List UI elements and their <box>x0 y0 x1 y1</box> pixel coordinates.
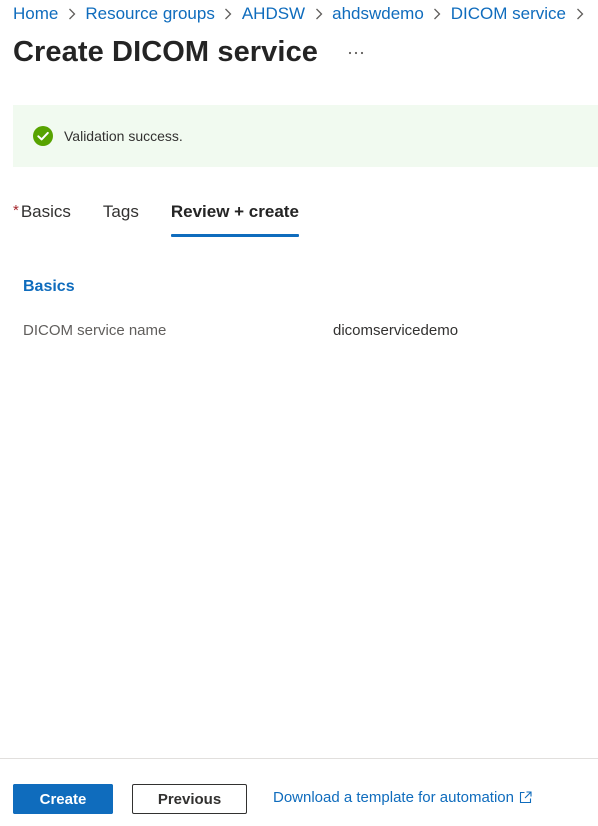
chevron-right-icon <box>424 8 451 20</box>
previous-button[interactable]: Previous <box>132 784 247 814</box>
field-value-dicom-service-name: dicomservicedemo <box>333 322 459 339</box>
download-template-link[interactable]: Download a template for automation <box>273 789 532 806</box>
validation-banner: Validation success. <box>13 105 598 167</box>
tab-basics[interactable]: * Basics <box>13 202 71 238</box>
create-dicom-service-page: Home Resource groups AHDSW ahdswdemo DIC… <box>0 0 598 826</box>
wizard-tabs: * Basics Tags Review + create <box>13 202 299 238</box>
footer-divider <box>0 758 598 759</box>
field-label-dicom-service-name: DICOM service name <box>23 322 167 339</box>
chevron-right-icon <box>566 8 593 20</box>
tab-basics-label: Basics <box>20 202 71 221</box>
more-options-button[interactable] <box>346 43 366 63</box>
chevron-right-icon <box>305 8 332 20</box>
more-horizontal-icon <box>348 51 364 55</box>
breadcrumb-ahdswdemo[interactable]: ahdswdemo <box>332 4 424 24</box>
section-heading-basics: Basics <box>23 278 75 295</box>
external-link-icon <box>519 791 532 804</box>
download-template-label: Download a template for automation <box>273 789 514 806</box>
page-title: Create DICOM service <box>13 36 319 68</box>
chevron-right-icon <box>58 8 85 20</box>
title-row: Create DICOM service <box>13 36 366 69</box>
breadcrumb: Home Resource groups AHDSW ahdswdemo DIC… <box>13 3 593 25</box>
tab-tags-label: Tags <box>102 202 139 221</box>
breadcrumb-home[interactable]: Home <box>13 4 58 24</box>
success-checkmark-icon <box>33 126 53 146</box>
required-marker: * <box>13 202 19 219</box>
breadcrumb-dicom-service[interactable]: DICOM service <box>451 4 566 24</box>
breadcrumb-ahdsw[interactable]: AHDSW <box>242 4 305 24</box>
create-button[interactable]: Create <box>13 784 113 814</box>
tab-tags[interactable]: Tags <box>103 202 139 238</box>
summary-field-row: DICOM service name dicomservicedemo <box>23 322 583 342</box>
tab-review-create[interactable]: Review + create <box>170 202 299 238</box>
chevron-right-icon <box>215 8 242 20</box>
breadcrumb-resource-groups[interactable]: Resource groups <box>85 4 214 24</box>
tab-review-create-label: Review + create <box>170 202 299 221</box>
validation-message: Validation success. <box>64 128 183 144</box>
